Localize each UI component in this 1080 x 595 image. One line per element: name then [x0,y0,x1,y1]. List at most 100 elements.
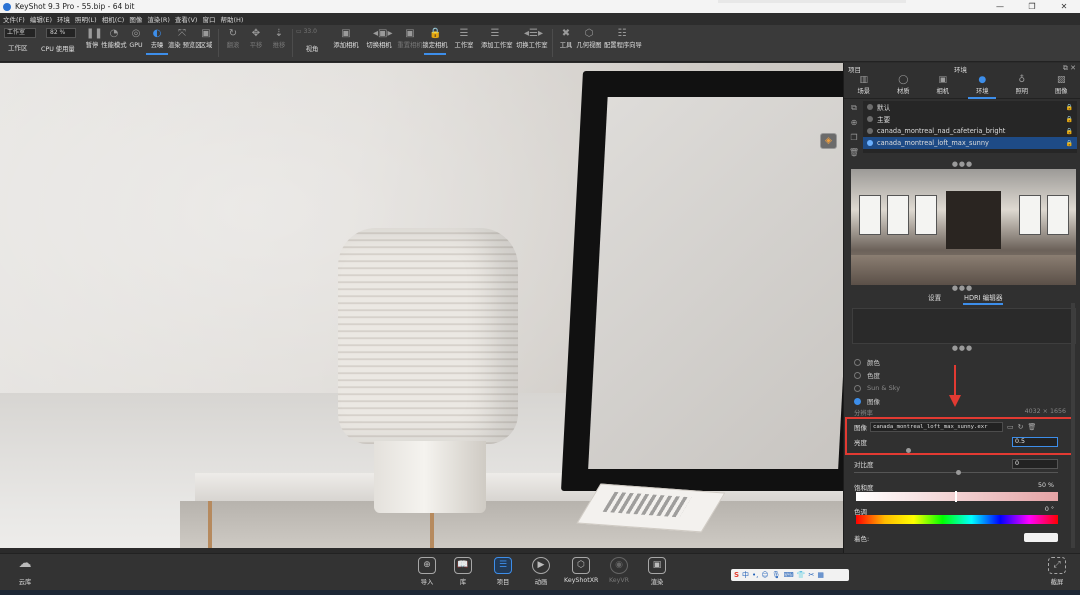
switch-camera-button[interactable]: ◂▣▸ 切换相机 [365,28,393,49]
region-button[interactable]: ▣ 区域 [192,28,220,49]
ime-chinese-mode[interactable]: 中 [742,570,749,580]
keyshotxr-button[interactable]: ⬡ KeyShotXR [564,557,598,584]
tab-hdri-editor[interactable]: HDRI 编辑器 [962,292,1004,305]
panel-window-controls[interactable]: ⧉ ✕ [1063,64,1076,73]
project-button[interactable]: ☰ 项目 [488,557,518,586]
lock-icon[interactable]: 🔒 [1066,104,1073,111]
geometry-view-button[interactable]: ⬡ 几何视图 [575,28,603,49]
cpu-usage-button[interactable]: CPU 使用量 [41,44,75,53]
viewport-overlay-button[interactable]: ◈ [820,133,837,149]
image-file-field[interactable]: canada_montreal_loft_max_sunny.exr [870,421,1003,432]
background-option-chroma[interactable]: 色度 [854,369,880,381]
animation-button[interactable]: ▶ 动画 [526,557,556,586]
ime-toolbar[interactable]: S 中 •, ☺ 🎙 ⌨ 👕 ✂ ▦ [731,569,849,581]
minimize-button[interactable]: — [984,0,1016,13]
menu-window[interactable]: 窗口 [202,14,215,24]
menu-image[interactable]: 图像 [129,14,142,24]
ime-emoji-icon[interactable]: ☺ [761,571,768,579]
tab-scene[interactable]: ▥ 场景 [846,75,882,98]
background-option-color[interactable]: 颜色 [854,356,880,368]
duplicate-environment-icon[interactable]: ⧉ [848,103,860,118]
hdri-editor-canvas[interactable] [852,308,1076,344]
workspace-label: 工作区 [8,44,28,52]
fov-value[interactable]: ▭ 33.0 [296,28,330,37]
pause-icon: ❚❚ [86,28,103,39]
menu-render[interactable]: 渲染(R) [147,14,170,24]
saturation-slider[interactable] [856,492,1058,501]
environment-item[interactable]: 默认 🔒 [863,101,1077,113]
environment-item[interactable]: canada_montreal_nad_cafeteria_bright 🔒 [863,125,1077,137]
environment-item[interactable]: 主要 🔒 [863,113,1077,125]
background-option-sun-sky[interactable]: Sun & Sky [854,382,900,394]
saturation-slider-knob[interactable] [955,491,957,502]
tab-settings[interactable]: 设置 [928,292,941,302]
folder-icon[interactable]: ▭ [1007,423,1014,431]
ime-tools-icon[interactable]: ✂ [808,571,814,579]
cpu-usage-field[interactable]: 82 % [46,28,76,38]
environment-item-selected[interactable]: canada_montreal_loft_max_sunny 🔒 [863,137,1077,149]
import-button[interactable]: ⊕ 导入 [412,557,442,586]
lock-camera-button[interactable]: 🔒 锁定相机 [421,28,449,55]
tab-lighting[interactable]: ♁ 照明 [1004,75,1040,98]
contrast-input[interactable]: 0 [1012,459,1058,469]
ime-grid-icon[interactable]: ▦ [817,571,824,579]
ime-voice-icon[interactable]: 🎙 [772,571,781,579]
brightness-input[interactable]: 0.5 [1012,437,1058,447]
workspace-select[interactable]: 工作室 [4,28,36,38]
resize-handle[interactable]: ●●● [844,344,1080,352]
background-option-image[interactable]: 图像 [854,395,880,407]
lock-icon[interactable]: 🔒 [1066,140,1073,147]
screenshot-label: 截屏 [1050,579,1064,586]
delete-icon[interactable]: 🗑 [1028,423,1037,431]
contrast-slider-knob[interactable] [956,470,961,475]
tab-material[interactable]: ◯ 材质 [885,75,921,98]
gpu-icon: ◎ [131,28,141,39]
library-button[interactable]: 📖 库 [448,557,478,586]
cloud-library-button[interactable]: ☁ 云库 [10,557,40,587]
menu-environment[interactable]: 环境 [57,14,70,24]
screenshot-button[interactable]: ⤢ 截屏 [1042,557,1072,586]
render-button[interactable]: ▣ 渲染 [642,557,672,586]
ime-punctuation-icon[interactable]: •, [752,571,758,579]
resize-handle[interactable]: ●●● [844,160,1080,168]
menu-help[interactable]: 帮助(H) [220,14,243,24]
menu-view[interactable]: 查看(V) [175,14,198,24]
tab-camera[interactable]: ▣ 相机 [925,75,961,98]
keyvr-button[interactable]: ◉ KeyVR [604,557,634,584]
dolly-button[interactable]: ⇣ 推移 [265,28,293,49]
fov-button[interactable]: 视角 [298,44,326,53]
panel-scrollbar[interactable] [1071,303,1075,548]
project-panel: 项目 环境 ⧉ ✕ ▥ 场景 ◯ 材质 ▣ 相机 ● 环境 ♁ 照明 ▨ 图像 ⧉ ⊕ ❐ … [843,63,1080,553]
refresh-icon[interactable]: ↻ [1018,423,1024,431]
ime-skin-icon[interactable]: 👕 [797,571,806,579]
hue-slider[interactable] [856,515,1058,524]
resize-handle[interactable]: ●●● [844,284,1080,292]
render-viewport[interactable]: x y ◈ [0,63,843,548]
configurator-wizard-button[interactable]: ☷ 配置程序向导 [604,28,642,49]
tab-image[interactable]: ▨ 图像 [1043,75,1079,98]
add-studio-button[interactable]: ☰ 添加工作室 [481,28,512,49]
radio-icon [854,384,861,392]
denoise-button[interactable]: ◐ 去噪 [143,28,171,55]
menu-lighting[interactable]: 照明(L) [75,14,97,24]
reset-camera-button[interactable]: ▣ 重置相机 [396,28,424,49]
tint-color-swatch[interactable] [1024,533,1058,542]
close-button[interactable]: ✕ [1048,0,1080,13]
switch-studio-button[interactable]: ◂☰▸ 切换工作室 [516,28,547,49]
lock-icon[interactable]: 🔒 [1066,116,1073,123]
lock-icon[interactable]: 🔒 [1066,128,1073,135]
copy-environment-icon[interactable]: ❐ [848,133,860,148]
radio-icon [854,358,861,366]
resolution-label: 分辨率 [854,410,873,417]
studio-button[interactable]: ☰ 工作室 [450,28,478,49]
menu-file[interactable]: 文件(F) [3,14,25,24]
menu-edit[interactable]: 编辑(E) [30,14,52,24]
ime-keyboard-icon[interactable]: ⌨ [784,571,794,579]
add-environment-icon[interactable]: ⊕ [848,118,860,133]
menu-camera[interactable]: 相机(C) [102,14,125,24]
maximize-button[interactable]: ❐ [1016,0,1048,13]
brightness-slider-knob[interactable] [906,448,911,453]
tab-environment[interactable]: ● 环境 [964,75,1000,99]
hdri-preview[interactable] [851,169,1076,285]
add-camera-button[interactable]: ▣ 添加相机 [332,28,360,49]
